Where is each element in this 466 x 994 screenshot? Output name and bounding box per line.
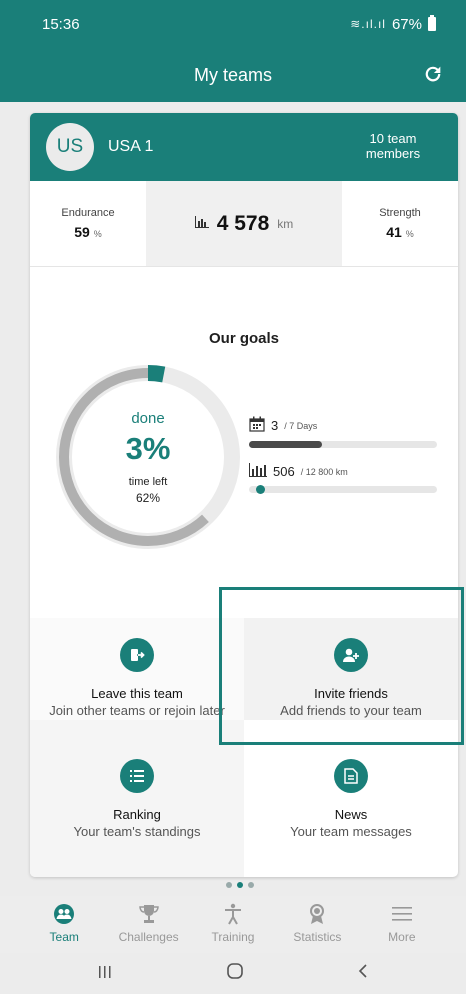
endurance-value: 59 [74, 224, 90, 240]
distance-goal: 506 / 12 800 km [249, 463, 437, 494]
nav-challenges[interactable]: Challenges [106, 896, 190, 953]
leave-team-label: Leave this team [91, 686, 183, 701]
team-avatar: US [46, 123, 94, 171]
list-icon [120, 759, 154, 793]
page-dot-active [237, 882, 243, 888]
invite-friends-button[interactable]: Invite friends Add friends to your team [244, 638, 458, 719]
distance-stat: 4 578 km [146, 181, 342, 266]
ranking-label: Ranking [113, 807, 161, 822]
nav-training-label: Training [211, 930, 255, 944]
leave-team-button[interactable]: Leave this team Join other teams or rejo… [30, 638, 244, 719]
news-label: News [334, 807, 368, 822]
km-progress-fill [256, 485, 266, 494]
days-total: / 7 Days [284, 420, 318, 431]
nav-training[interactable]: Training [191, 896, 275, 953]
done-label: done [131, 409, 165, 427]
document-icon [334, 759, 368, 793]
leave-team-sub: Join other teams or rejoin later [49, 703, 225, 718]
done-value: 3% [125, 430, 171, 466]
team-name: USA 1 [108, 138, 154, 155]
endurance-label: Endurance [61, 207, 115, 219]
distance-unit: km [277, 216, 294, 231]
menu-icon [391, 903, 412, 925]
status-icons: ≋.ıl.ıl 67% [350, 15, 436, 33]
system-nav-bar [0, 953, 466, 994]
distance-value: 4 578 [216, 211, 270, 235]
strength-unit: % [405, 229, 414, 239]
ranking-button[interactable]: Ranking Your team's standings [30, 759, 244, 840]
endurance-unit: % [93, 229, 102, 239]
invite-friends-label: Invite friends [314, 686, 388, 701]
km-progress-bar [249, 485, 437, 494]
bar-chart-icon [249, 463, 267, 480]
strength-value: 41 [386, 224, 402, 240]
add-user-icon [334, 638, 368, 672]
bar-chart-icon [194, 215, 209, 233]
goal-progress-ring: done 3% time left 62% [54, 363, 242, 551]
battery-icon [428, 15, 436, 31]
endurance-stat: Endurance 59 % [30, 181, 146, 266]
team-card: US USA 1 10 team members Endurance 59 % … [30, 113, 458, 877]
exit-icon [120, 638, 154, 672]
news-sub: Your team messages [290, 824, 412, 839]
nav-team-label: Team [49, 930, 79, 944]
strength-stat: Strength 41 % [342, 181, 458, 266]
battery-percentage: 67% [391, 15, 422, 33]
team-members-count: 10 team members [365, 131, 421, 161]
person-icon [222, 903, 244, 925]
app-bar: My teams [0, 48, 466, 102]
nav-statistics[interactable]: Statistics [275, 896, 359, 953]
team-icon [53, 903, 75, 925]
news-button[interactable]: News Your team messages [244, 759, 458, 840]
time-left-label: time left [128, 475, 168, 488]
status-bar: 15:36 ≋.ıl.ıl 67% [0, 0, 466, 48]
home-icon[interactable] [226, 962, 244, 985]
nav-statistics-label: Statistics [293, 930, 342, 944]
days-goal: 3 / 7 Days [249, 416, 437, 448]
refresh-icon[interactable] [422, 63, 444, 85]
back-icon[interactable] [357, 963, 369, 984]
calendar-icon [249, 416, 265, 435]
recent-apps-icon[interactable] [97, 963, 113, 984]
bottom-nav: Team Challenges Training Statistics More [0, 896, 466, 953]
time-left-value: 62% [135, 490, 161, 505]
stats-row: Endurance 59 % 4 578 km Strength 41 % [30, 181, 458, 267]
signal-icon: ≋.ıl.ıl [350, 17, 386, 31]
status-time: 15:36 [42, 15, 80, 33]
medal-icon [306, 903, 328, 925]
ranking-sub: Your team's standings [73, 824, 201, 839]
page-dot [248, 882, 254, 888]
nav-challenges-label: Challenges [118, 930, 179, 944]
strength-label: Strength [379, 207, 421, 219]
page-title: My teams [193, 64, 272, 85]
nav-team[interactable]: Team [22, 896, 106, 953]
invite-friends-sub: Add friends to your team [280, 703, 422, 718]
days-value: 3 [271, 418, 279, 433]
page-dot [226, 882, 232, 888]
km-total: / 12 800 km [300, 466, 348, 477]
team-header[interactable]: US USA 1 10 team members [30, 113, 458, 181]
page-indicator [226, 882, 254, 888]
nav-more[interactable]: More [360, 896, 444, 953]
days-progress-fill [249, 441, 322, 448]
nav-more-label: More [388, 930, 416, 944]
trophy-icon [138, 903, 160, 925]
goals-title: Our goals [208, 330, 279, 347]
days-progress-bar [249, 441, 437, 448]
km-value: 506 [273, 464, 295, 479]
